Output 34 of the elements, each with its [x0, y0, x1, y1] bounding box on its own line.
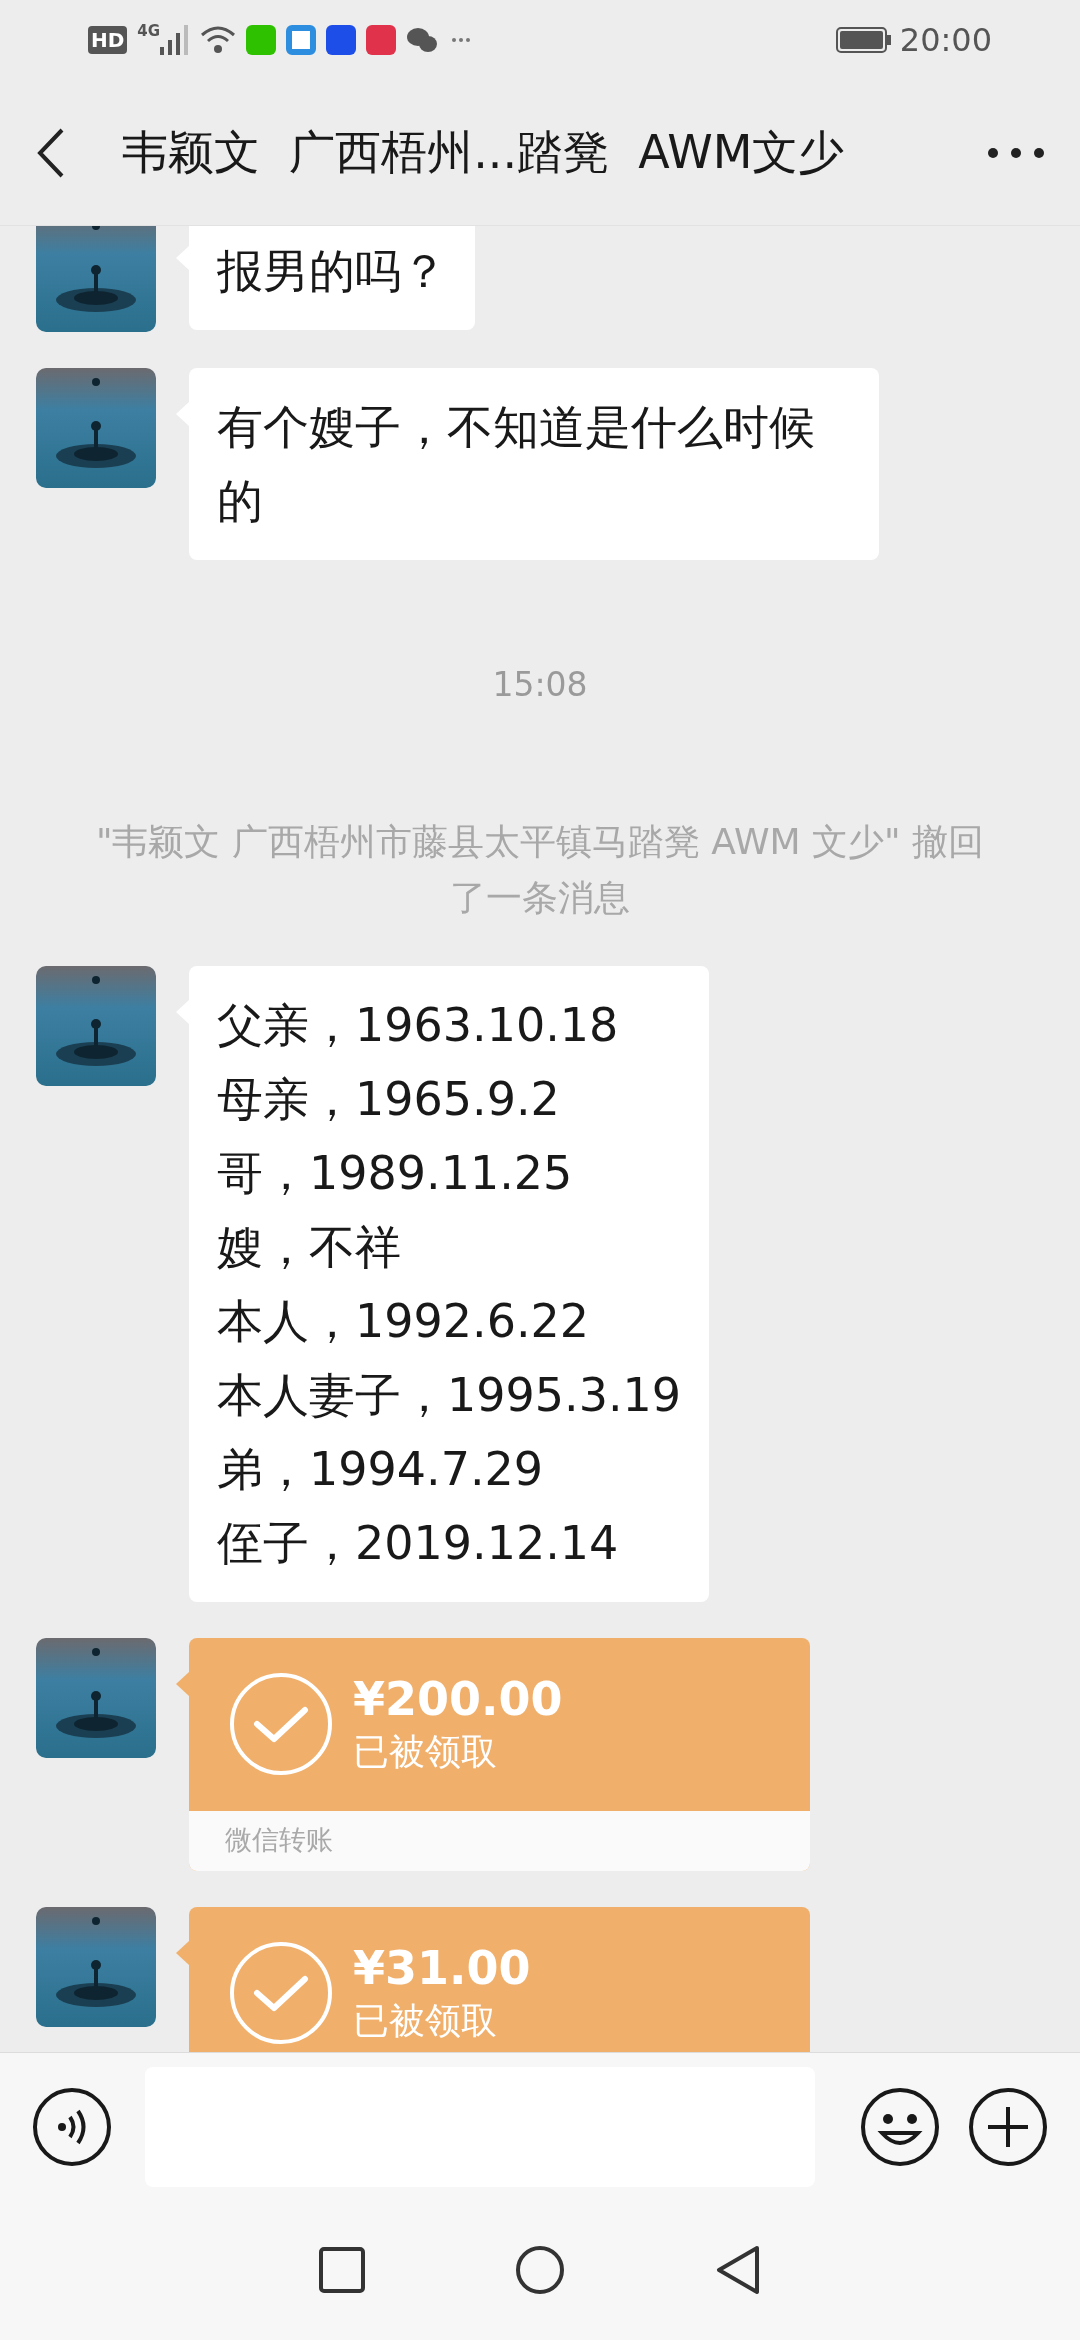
clock: 20:00 [899, 20, 992, 61]
home-icon[interactable] [515, 2245, 565, 2295]
timestamp: 15:08 [492, 664, 588, 706]
chat-bubbles-icon [406, 26, 439, 54]
hd-badge: HD [88, 26, 128, 54]
check-circle-icon [229, 1672, 333, 1776]
recall-notice: "韦颖文 广西梧州市藤县太平镇马踏凳 AWM 文少" 撤回了一条消息 [94, 819, 986, 920]
avatar-photo[interactable] [36, 226, 156, 332]
avatar-photo[interactable] [36, 965, 156, 1086]
message-bubble[interactable]: 父亲，1963.10.18 母亲，1965.9.2 哥，1989.11.25 嫂，不祥 本人，1992.6.22 本人妻子，1995.3.19 弟，1994.7.29 侄子，2019.12.14 [189, 965, 710, 1602]
back-nav-icon[interactable] [715, 2245, 761, 2295]
emoji-icon[interactable] [860, 2086, 940, 2167]
chat-title: 韦颖文 广西梧州...踏凳 AWM文少 [122, 124, 845, 181]
more-dots-icon [452, 38, 471, 42]
transfer-amount: ¥200.00 [353, 1671, 563, 1727]
avatar-photo[interactable] [36, 368, 156, 488]
check-circle-icon [229, 1941, 333, 2045]
message-bubble[interactable]: 有个嫂子，不知道是什么时候的 [189, 368, 879, 560]
signal-icon [160, 25, 189, 55]
avatar-photo[interactable] [36, 1637, 156, 1758]
wifi-icon [200, 25, 237, 55]
voice-icon[interactable] [32, 2086, 112, 2167]
back-icon[interactable] [36, 126, 66, 179]
plus-icon[interactable] [968, 2086, 1048, 2167]
transfer-amount: ¥31.00 [353, 1940, 531, 1996]
transfer-status: 已被领取 [353, 1999, 498, 2043]
transfer-label: 微信转账 [225, 1823, 333, 1858]
network-label: 4G [137, 21, 161, 42]
more-icon[interactable] [988, 147, 1044, 158]
message-bubble[interactable]: 报男的吗？ [189, 226, 475, 330]
battery-icon [835, 27, 892, 53]
recents-icon[interactable] [319, 2247, 365, 2293]
avatar-photo[interactable] [36, 1906, 156, 2027]
transfer-status: 已被领取 [353, 1730, 498, 1774]
